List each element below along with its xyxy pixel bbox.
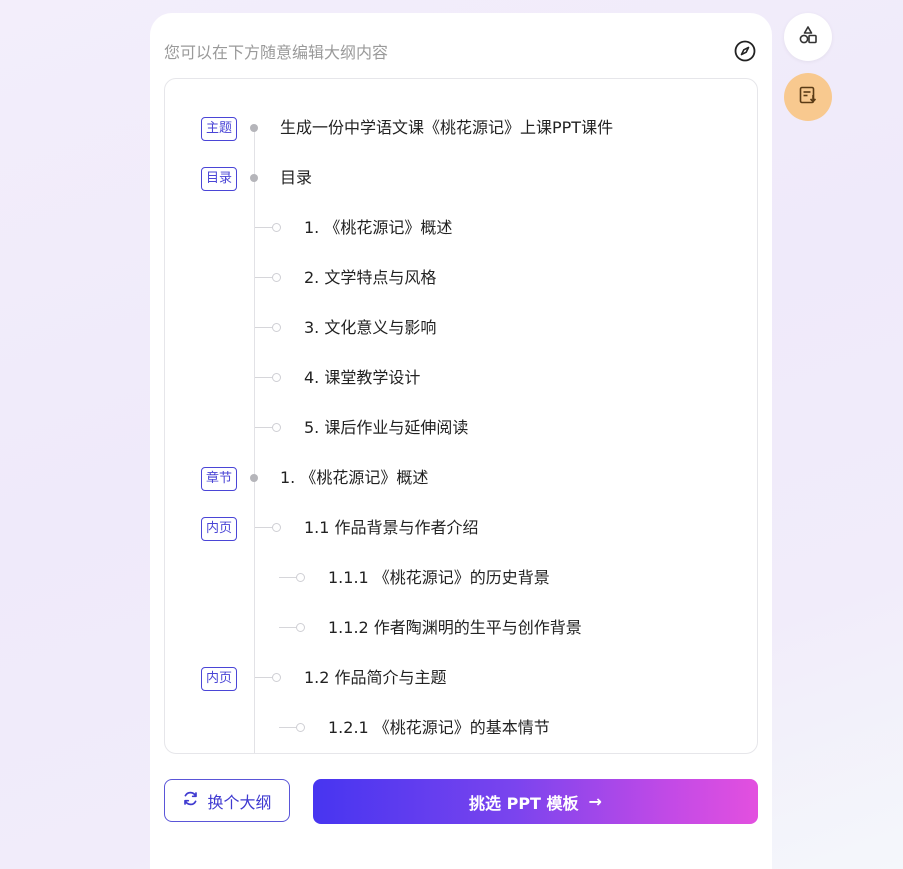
outline-item-level-1[interactable]: 2. 文学特点与风格 <box>165 265 757 315</box>
refresh-icon <box>182 790 199 811</box>
branch-line <box>255 427 272 428</box>
export-outline-button[interactable] <box>784 73 832 121</box>
outline-item-level-2[interactable]: 1.1.1 《桃花源记》的历史背景 <box>165 565 757 615</box>
outline-item-level-1[interactable]: 内页 1.2 作品简介与主题 <box>165 665 757 715</box>
outline-item-text[interactable]: 1.1.2 作者陶渊明的生平与创作背景 <box>328 617 582 639</box>
outline-item-level-0[interactable]: 目录 目录 <box>165 165 757 215</box>
theme-button[interactable] <box>784 13 832 61</box>
outline-tag: 主题 <box>201 117 237 141</box>
outline-tag: 内页 <box>201 667 237 691</box>
outline-item-text[interactable]: 3. 文化意义与影响 <box>304 317 436 339</box>
outline-editor[interactable]: 主题 生成一份中学语文课《桃花源记》上课PPT课件 目录 目录 1. 《桃花源记》概述 2… <box>164 78 758 754</box>
outline-item-text[interactable]: 1.1.1 《桃花源记》的历史背景 <box>328 567 550 589</box>
outline-tag: 目录 <box>201 167 237 191</box>
node-dot-open <box>296 573 305 582</box>
outline-item-text[interactable]: 4. 课堂教学设计 <box>304 367 420 389</box>
branch-line <box>279 727 296 728</box>
outline-item-text[interactable]: 1. 《桃花源记》概述 <box>304 217 452 239</box>
outline-item-level-2[interactable]: 1.2.1 《桃花源记》的基本情节 <box>165 715 757 753</box>
outline-item-level-1[interactable]: 3. 文化意义与影响 <box>165 315 757 365</box>
node-dot <box>250 124 258 132</box>
outline-item-level-0[interactable]: 章节 1. 《桃花源记》概述 <box>165 465 757 515</box>
outline-item-text[interactable]: 5. 课后作业与延伸阅读 <box>304 417 468 439</box>
document-download-icon <box>797 84 819 110</box>
arrow-right-icon: → <box>588 792 602 811</box>
branch-line <box>255 677 272 678</box>
outline-item-text[interactable]: 1. 《桃花源记》概述 <box>280 467 428 489</box>
outline-item-level-1[interactable]: 5. 课后作业与延伸阅读 <box>165 415 757 465</box>
node-dot-open <box>272 673 281 682</box>
branch-line <box>255 227 272 228</box>
outline-item-text[interactable]: 2. 文学特点与风格 <box>304 267 436 289</box>
node-dot-open <box>272 223 281 232</box>
branch-line <box>255 377 272 378</box>
outline-panel: 您可以在下方随意编辑大纲内容 主题 生成一份中学语文课《桃花源记》上课PPT课件目… <box>150 13 772 869</box>
node-dot-open <box>272 423 281 432</box>
node-dot-open <box>272 373 281 382</box>
node-dot <box>250 174 258 182</box>
outline-item-text[interactable]: 生成一份中学语文课《桃花源记》上课PPT课件 <box>280 117 613 139</box>
node-dot-open <box>296 723 305 732</box>
outline-tag: 内页 <box>201 517 237 541</box>
outline-item-text[interactable]: 1.2 作品简介与主题 <box>304 667 447 689</box>
change-outline-label: 换个大纲 <box>207 792 272 812</box>
outline-item-text[interactable]: 目录 <box>280 167 312 189</box>
outline-item-level-1[interactable]: 4. 课堂教学设计 <box>165 365 757 415</box>
edit-hint: 您可以在下方随意编辑大纲内容 <box>164 43 389 62</box>
branch-line <box>255 277 272 278</box>
outline-item-level-2[interactable]: 1.1.2 作者陶渊明的生平与创作背景 <box>165 615 757 665</box>
node-dot-open <box>272 273 281 282</box>
branch-line <box>255 327 272 328</box>
node-dot-open <box>272 523 281 532</box>
outline-item-text[interactable]: 1.2.1 《桃花源记》的基本情节 <box>328 717 550 739</box>
outline-item-level-0[interactable]: 主题 生成一份中学语文课《桃花源记》上课PPT课件 <box>165 115 757 165</box>
branch-line <box>279 627 296 628</box>
node-dot <box>250 474 258 482</box>
node-dot-open <box>272 323 281 332</box>
change-outline-button[interactable]: 换个大纲 <box>164 779 290 822</box>
outline-item-level-1[interactable]: 1. 《桃花源记》概述 <box>165 215 757 265</box>
outline-item-text[interactable]: 1.1 作品背景与作者介绍 <box>304 517 479 539</box>
outline-item-level-1[interactable]: 内页 1.1 作品背景与作者介绍 <box>165 515 757 565</box>
choose-template-button[interactable]: 挑选 PPT 模板 → <box>313 779 758 824</box>
choose-template-label: 挑选 PPT 模板 <box>469 793 579 813</box>
branch-line <box>279 577 296 578</box>
compass-icon[interactable] <box>734 40 756 62</box>
branch-line <box>255 527 272 528</box>
shapes-icon <box>797 24 819 50</box>
outline-tag: 章节 <box>201 467 237 491</box>
node-dot-open <box>296 623 305 632</box>
